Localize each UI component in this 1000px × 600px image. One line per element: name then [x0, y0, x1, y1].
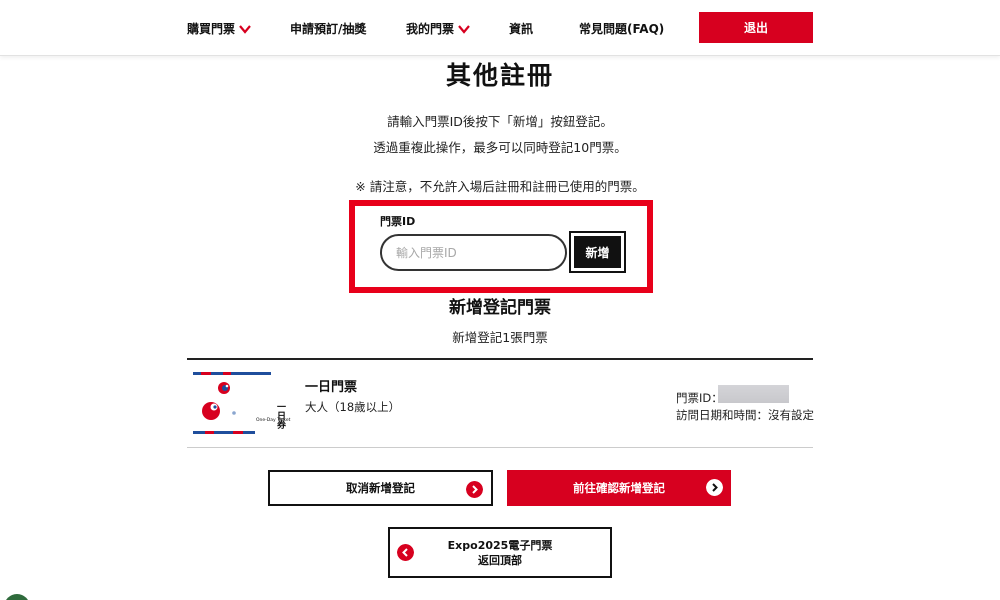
cancel-registration-label: 取消新增登記: [346, 481, 415, 495]
nav-apply-reservation[interactable]: 申請預訂/抽獎: [290, 20, 366, 37]
divider: [187, 447, 813, 448]
registered-count-text: 新增登記1張門票: [452, 330, 548, 345]
instruction-text-2: 透過重複此操作，最多可以同時登記10門票。: [373, 140, 627, 155]
ticket-id-label: 門票ID: [380, 215, 416, 228]
ticket-thumbnail: One-Day Ticket 一日券: [193, 372, 293, 434]
nav-information[interactable]: 資訊: [509, 20, 533, 37]
nav-faq-label: 常見問題(FAQ): [579, 22, 665, 36]
chevron-down-icon: [239, 24, 251, 34]
instruction-text-1: 請輸入門票ID後按下「新增」按鈕登記。: [387, 114, 613, 129]
nav-my-tickets[interactable]: 我的門票: [406, 20, 470, 37]
ticket-name: 一日門票: [305, 380, 358, 395]
cancel-registration-button[interactable]: 取消新增登記: [268, 470, 493, 506]
nav-buy-tickets[interactable]: 購買門票: [187, 20, 251, 37]
ticket-image-main: 一日券: [275, 402, 287, 430]
page-title: 其他註冊: [445, 61, 554, 90]
ticket-id-redacted: [718, 385, 789, 403]
notice-text: ※ 請注意，不允許入場后註冊和註冊已使用的門票。: [355, 179, 645, 194]
ticket-type: 大人（18歲以上）: [305, 400, 401, 414]
back-to-top-line-1: Expo2025電子門票: [447, 539, 553, 552]
nav-faq[interactable]: 常見問題(FAQ): [579, 20, 664, 37]
chevron-left-circle-icon: [397, 544, 414, 561]
nav-apply-reservation-label: 申請預訂/抽獎: [290, 22, 367, 36]
confirm-registration-label: 前往確認新增登記: [573, 481, 665, 495]
nav-my-tickets-label: 我的門票: [406, 22, 455, 36]
chevron-right-circle-icon: [466, 481, 483, 498]
nav-buy-tickets-label: 購買門票: [187, 22, 236, 36]
ticket-artwork: One-Day Ticket 一日券: [193, 372, 293, 434]
ticket-id-caption: 門票ID：: [676, 391, 723, 405]
logout-button[interactable]: 退出: [699, 12, 813, 43]
add-button[interactable]: 新增: [569, 231, 626, 273]
ticket-id-input[interactable]: [380, 234, 567, 271]
back-to-top-line-2: 返回頂部: [478, 554, 522, 567]
ticket-visit-datetime: 訪問日期和時間：沒有設定: [676, 408, 814, 422]
back-to-top-button[interactable]: Expo2025電子門票 返回頂部: [388, 527, 612, 578]
chevron-down-icon: [458, 24, 470, 34]
floating-widget-icon[interactable]: [4, 594, 30, 600]
nav-information-label: 資訊: [509, 22, 534, 36]
registered-tickets-title: 新增登記門票: [449, 298, 551, 318]
chevron-right-circle-icon: [706, 479, 723, 496]
top-navigation-bar: 購買門票 申請預訂/抽獎 我的門票 資訊 常見問題(FAQ) 退出: [0, 0, 1000, 56]
confirm-registration-button[interactable]: 前往確認新增登記: [507, 470, 731, 506]
ticket-image-en: One-Day Ticket: [256, 417, 291, 423]
divider: [187, 358, 813, 360]
